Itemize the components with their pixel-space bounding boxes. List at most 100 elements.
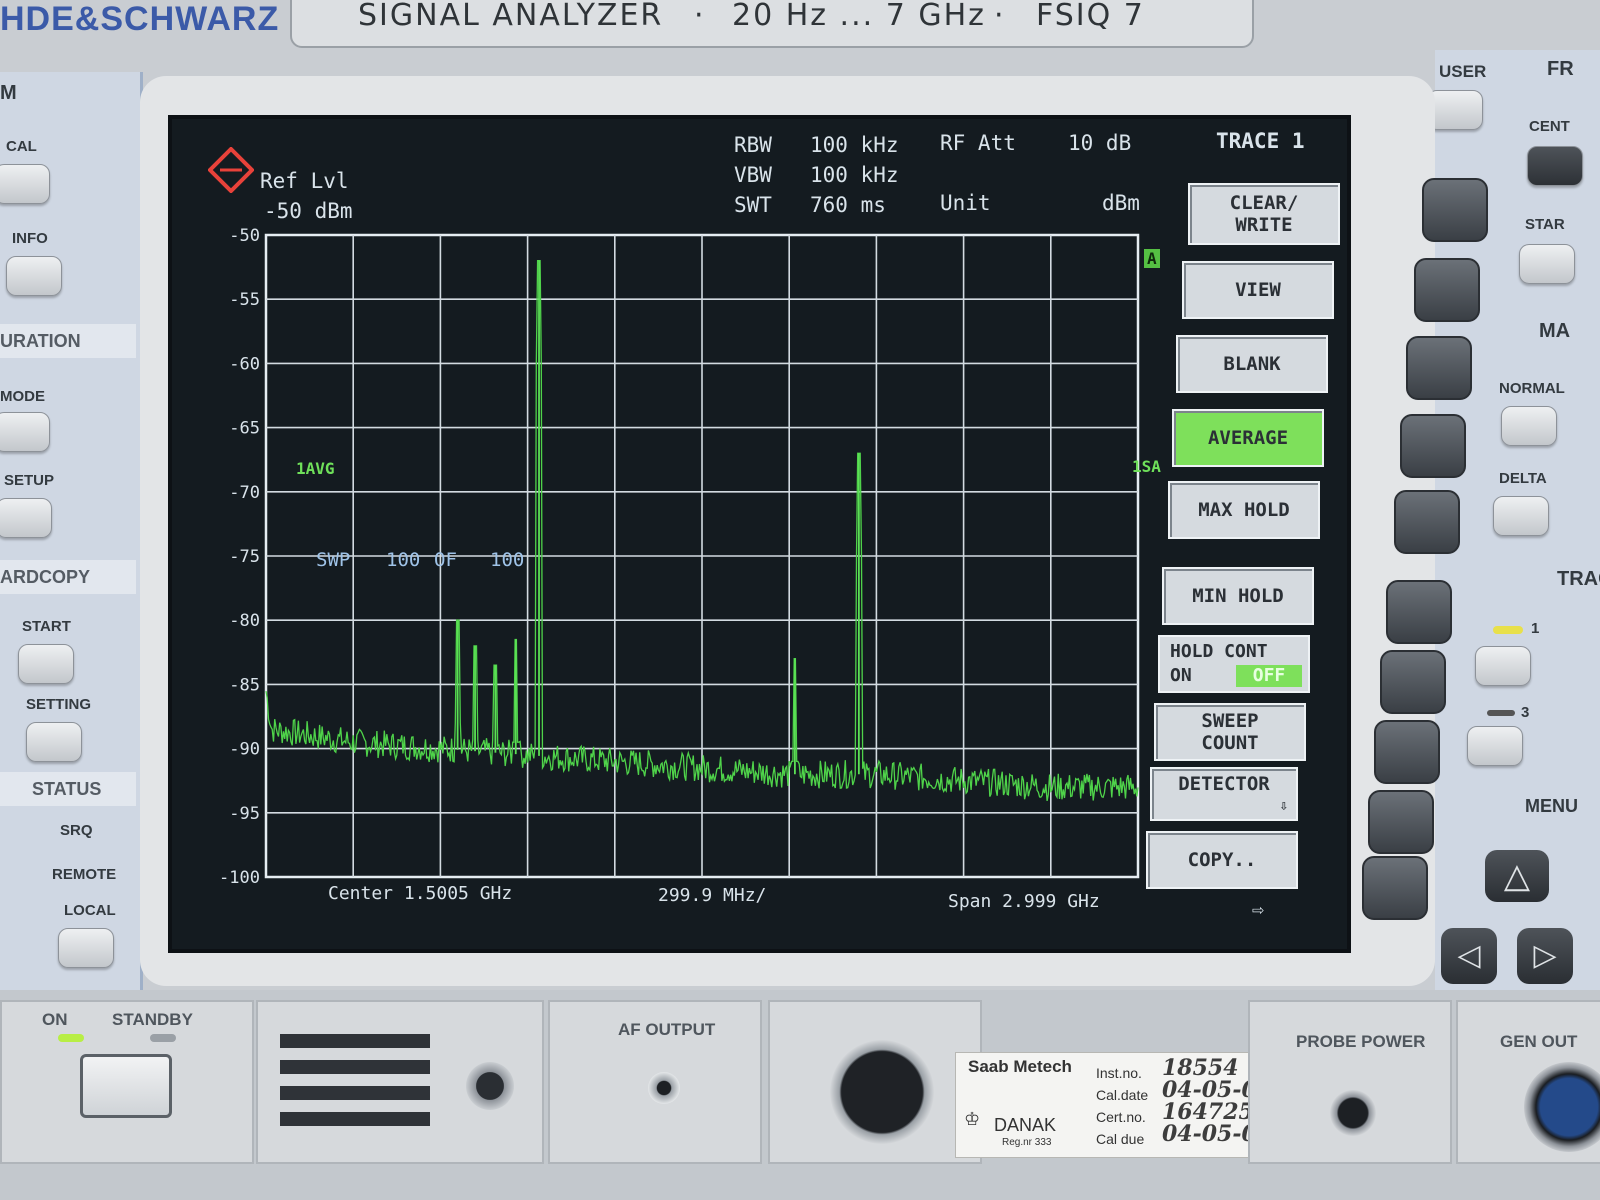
rotary-knob[interactable] [830,1040,934,1144]
softkey-label: AVERAGE [1207,427,1289,449]
frequency-span: Span 2.999 GHz [948,891,1100,912]
hold-off-option: OFF [1236,665,1302,687]
softkey-hold-cont[interactable]: HOLD CONT ON OFF [1158,635,1310,693]
local-label: LOCAL [64,902,116,919]
banner-separator: · [694,0,706,33]
crown-icon: ♔ [964,1109,981,1129]
trace1-number: 1 [1531,620,1540,637]
start-freq-button[interactable] [1519,244,1575,284]
sticker-cert-label: Cert.no. [1096,1109,1146,1125]
local-button[interactable] [58,928,114,968]
info-label: INFO [12,230,48,247]
softkey-label: MIN HOLD [1192,585,1284,607]
center-frequency: Center 1.5005 GHz [328,883,513,904]
setup-label: SETUP [4,472,55,489]
frequency-section-label: FR [1547,58,1574,80]
analyzer-display: Ref Lvl -50 dBm RBW 100 kHz VBW 100 kHz … [168,115,1351,953]
menu-right-arrow-icon[interactable]: ▷ [1517,928,1573,984]
trace1-led [1493,626,1523,634]
menu-left-arrow-icon[interactable]: ◁ [1441,928,1497,984]
center-button[interactable] [1527,146,1583,186]
sticker-cal-date-label: Cal.date [1096,1087,1149,1103]
hw-softkey-9[interactable] [1368,790,1434,854]
softkey-label: BLANK [1223,353,1281,375]
user-label: USER [1439,62,1487,81]
model-name: FSIQ 7 [1036,0,1145,33]
sticker-inst-label: Inst.no. [1096,1065,1142,1081]
softkey-max-hold[interactable]: MAX HOLD [1168,481,1320,539]
hw-softkey-3[interactable] [1406,336,1472,400]
start-freq-label: STAR [1525,216,1565,233]
y-tick-label: -55 [229,290,260,310]
trace3-button[interactable] [1467,726,1523,766]
normal-label: NORMAL [1499,380,1565,397]
hw-softkey-1[interactable] [1422,178,1488,242]
power-button[interactable] [80,1054,172,1118]
softkey-label: WRITE [1235,214,1293,236]
speaker-grille [280,1034,430,1134]
hw-softkey-8[interactable] [1374,720,1440,784]
softkey-copy[interactable]: COPY.. [1146,831,1298,889]
probe-power-label: PROBE POWER [1296,1032,1426,1051]
next-page-arrow-icon: ⇨ [1252,897,1265,921]
sa-indicator: 1SA [1132,457,1161,476]
menu-up-arrow-icon[interactable]: △ [1485,850,1549,902]
softkey-label: DETECTOR [1178,773,1270,795]
hw-softkey-6[interactable] [1386,580,1452,644]
sticker-cal-due-label: Cal due [1096,1131,1145,1147]
hold-on-option: ON [1170,665,1192,686]
softkey-view[interactable]: VIEW [1182,261,1334,319]
hardcopy-section-label: ARDCOPY [0,560,136,594]
calibration-sticker: Saab Metech ♔ DANAK Reg.nr 333 Inst.no. … [955,1052,1292,1158]
y-tick-label: -100 [219,868,260,888]
power-led [58,1034,84,1042]
marker-normal-button[interactable] [1501,406,1557,446]
softkey-clear-write[interactable]: CLEAR/WRITE [1188,183,1340,245]
status-section-label: STATUS [0,772,136,806]
softkey-average[interactable]: AVERAGE [1172,409,1324,467]
trace1-button[interactable] [1475,646,1531,686]
softkey-label: SWEEP [1201,710,1259,732]
hw-softkey-7[interactable] [1380,650,1446,714]
trace3-number: 3 [1521,704,1530,721]
softkey-sweep-count[interactable]: SWEEP COUNT [1154,703,1306,761]
softkey-label: CLEAR/ [1229,192,1299,214]
volume-knob[interactable] [466,1062,514,1110]
user-button[interactable] [1427,90,1483,130]
menu-label: MENU [1525,796,1578,816]
center-label: CENT [1529,118,1570,135]
srq-label: SRQ [60,822,93,839]
sweep-label: SWP [316,549,351,571]
hardcopy-setting-button[interactable] [26,722,82,762]
softkey-label: COUNT [1201,732,1259,754]
af-output-jack[interactable] [648,1072,680,1104]
softkey-detector[interactable]: DETECTOR ⇩ [1150,767,1298,821]
hw-softkey-4[interactable] [1400,414,1466,478]
softkey-min-hold[interactable]: MIN HOLD [1162,567,1314,625]
delta-label: DELTA [1499,470,1547,487]
y-tick-label: -95 [229,804,260,824]
hw-softkey-10[interactable] [1362,856,1428,920]
hardcopy-start-button[interactable] [18,644,74,684]
setting-label: SETTING [26,696,92,713]
mode-button[interactable] [0,412,50,452]
start-label: START [22,618,71,635]
frequency-range: 20 Hz ... 7 GHz [732,0,986,33]
y-tick-label: -90 [229,740,260,760]
y-tick-label: -80 [229,611,260,631]
y-tick-label: -60 [229,354,260,374]
setup-button[interactable] [0,498,52,538]
info-button[interactable] [6,256,62,296]
on-label: ON [42,1010,68,1029]
probe-power-section [1248,1000,1452,1164]
softkey-blank[interactable]: BLANK [1176,335,1328,393]
cal-button[interactable] [0,164,50,204]
brand-logo-text: HDE&SCHWARZ [0,0,280,38]
marker-delta-button[interactable] [1493,496,1549,536]
hw-softkey-5[interactable] [1394,490,1460,554]
panel-label: M [0,82,17,104]
average-indicator: 1AVG [296,459,335,478]
trace-section-label: TRAC [1557,568,1600,590]
hw-softkey-2[interactable] [1414,258,1480,322]
probe-power-connector[interactable] [1330,1090,1376,1136]
